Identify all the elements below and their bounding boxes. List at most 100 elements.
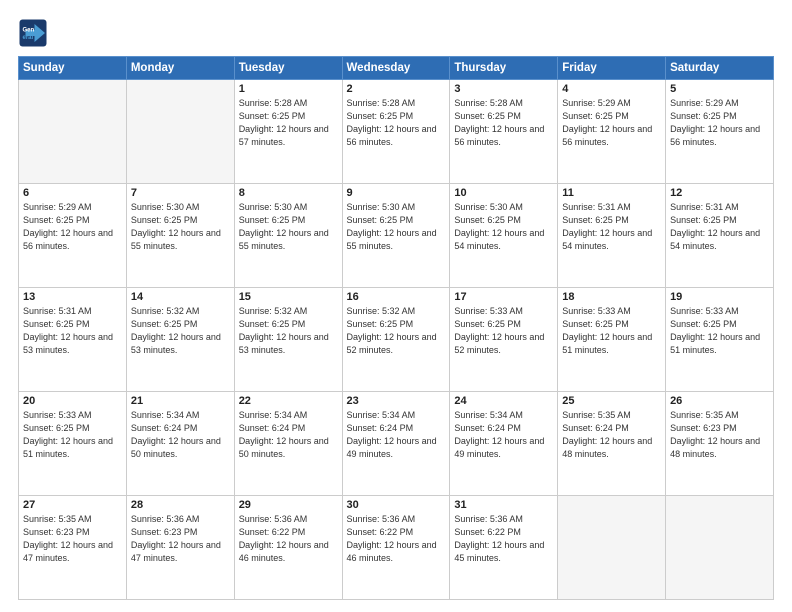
cell-info: Sunrise: 5:31 AMSunset: 6:25 PMDaylight:…	[562, 201, 661, 253]
cell-info: Sunrise: 5:36 AMSunset: 6:22 PMDaylight:…	[454, 513, 553, 565]
cell-info: Sunrise: 5:30 AMSunset: 6:25 PMDaylight:…	[454, 201, 553, 253]
week-row-2: 6 Sunrise: 5:29 AMSunset: 6:25 PMDaylight…	[19, 184, 774, 288]
cell-info: Sunrise: 5:35 AMSunset: 6:24 PMDaylight:…	[562, 409, 661, 461]
week-row-1: 1 Sunrise: 5:28 AMSunset: 6:25 PMDaylight…	[19, 80, 774, 184]
day-cell: 4 Sunrise: 5:29 AMSunset: 6:25 PMDaylight…	[558, 80, 666, 184]
day-cell: 25 Sunrise: 5:35 AMSunset: 6:24 PMDayligh…	[558, 392, 666, 496]
day-number: 21	[131, 395, 230, 407]
day-cell: 7 Sunrise: 5:30 AMSunset: 6:25 PMDaylight…	[126, 184, 234, 288]
day-cell: 22 Sunrise: 5:34 AMSunset: 6:24 PMDayligh…	[234, 392, 342, 496]
day-cell: 14Sunrise: 5:32 AMSunset: 6:25 PMDayligh…	[126, 288, 234, 392]
cell-info: Sunrise: 5:33 AMSunset: 6:25 PMDaylight:…	[23, 409, 122, 461]
day-cell: 30Sunrise: 5:36 AMSunset: 6:22 PMDayligh…	[342, 496, 450, 600]
cell-info: Sunrise: 5:34 AMSunset: 6:24 PMDaylight:…	[239, 409, 338, 461]
day-number: 15	[239, 291, 338, 303]
col-header-tuesday: Tuesday	[234, 57, 342, 80]
day-cell: 15Sunrise: 5:32 AMSunset: 6:25 PMDayligh…	[234, 288, 342, 392]
cell-info: Sunrise: 5:28 AMSunset: 6:25 PMDaylight:…	[347, 97, 446, 149]
day-number: 16	[347, 291, 446, 303]
day-number: 4	[562, 83, 661, 95]
logo-icon: Gen eral	[18, 18, 48, 48]
day-number: 7	[131, 187, 230, 199]
day-number: 22	[239, 395, 338, 407]
logo: Gen eral	[18, 18, 52, 48]
day-cell: 13 Sunrise: 5:31 AMSunset: 6:25 PMDayligh…	[19, 288, 127, 392]
day-cell: 21 Sunrise: 5:34 AMSunset: 6:24 PMDayligh…	[126, 392, 234, 496]
day-cell: 16Sunrise: 5:32 AMSunset: 6:25 PMDayligh…	[342, 288, 450, 392]
day-number: 8	[239, 187, 338, 199]
day-cell: 29 Sunrise: 5:36 AMSunset: 6:22 PMDayligh…	[234, 496, 342, 600]
cell-info: Sunrise: 5:28 AMSunset: 6:25 PMDaylight:…	[454, 97, 553, 149]
col-header-sunday: Sunday	[19, 57, 127, 80]
day-cell: 9 Sunrise: 5:30 AMSunset: 6:25 PMDaylight…	[342, 184, 450, 288]
header: Gen eral	[18, 18, 774, 48]
cell-info: Sunrise: 5:35 AMSunset: 6:23 PMDaylight:…	[23, 513, 122, 565]
day-cell: 24 Sunrise: 5:34 AMSunset: 6:24 PMDayligh…	[450, 392, 558, 496]
day-cell: 12Sunrise: 5:31 AMSunset: 6:25 PMDayligh…	[666, 184, 774, 288]
day-cell: 31 Sunrise: 5:36 AMSunset: 6:22 PMDayligh…	[450, 496, 558, 600]
page: Gen eral SundayMondayTuesdayWednesdayThu…	[0, 0, 792, 612]
cell-info: Sunrise: 5:34 AMSunset: 6:24 PMDaylight:…	[347, 409, 446, 461]
day-number: 11	[562, 187, 661, 199]
day-number: 23	[347, 395, 446, 407]
day-cell: 20 Sunrise: 5:33 AMSunset: 6:25 PMDayligh…	[19, 392, 127, 496]
day-cell	[666, 496, 774, 600]
col-header-saturday: Saturday	[666, 57, 774, 80]
day-cell: 23 Sunrise: 5:34 AMSunset: 6:24 PMDayligh…	[342, 392, 450, 496]
cell-info: Sunrise: 5:31 AMSunset: 6:25 PMDaylight:…	[670, 201, 769, 253]
day-cell: 17 Sunrise: 5:33 AMSunset: 6:25 PMDayligh…	[450, 288, 558, 392]
day-number: 28	[131, 499, 230, 511]
cell-info: Sunrise: 5:33 AMSunset: 6:25 PMDaylight:…	[562, 305, 661, 357]
cell-info: Sunrise: 5:35 AMSunset: 6:23 PMDaylight:…	[670, 409, 769, 461]
day-cell: 1 Sunrise: 5:28 AMSunset: 6:25 PMDaylight…	[234, 80, 342, 184]
day-cell: 8 Sunrise: 5:30 AMSunset: 6:25 PMDaylight…	[234, 184, 342, 288]
day-number: 29	[239, 499, 338, 511]
cell-info: Sunrise: 5:30 AMSunset: 6:25 PMDaylight:…	[347, 201, 446, 253]
day-number: 24	[454, 395, 553, 407]
day-number: 19	[670, 291, 769, 303]
cell-info: Sunrise: 5:34 AMSunset: 6:24 PMDaylight:…	[454, 409, 553, 461]
day-cell: 10Sunrise: 5:30 AMSunset: 6:25 PMDayligh…	[450, 184, 558, 288]
col-header-wednesday: Wednesday	[342, 57, 450, 80]
day-cell: 5Sunrise: 5:29 AMSunset: 6:25 PMDaylight…	[666, 80, 774, 184]
cell-info: Sunrise: 5:33 AMSunset: 6:25 PMDaylight:…	[454, 305, 553, 357]
cell-info: Sunrise: 5:36 AMSunset: 6:22 PMDaylight:…	[239, 513, 338, 565]
day-cell	[126, 80, 234, 184]
day-number: 27	[23, 499, 122, 511]
cell-info: Sunrise: 5:31 AMSunset: 6:25 PMDaylight:…	[23, 305, 122, 357]
day-number: 9	[347, 187, 446, 199]
day-number: 3	[454, 83, 553, 95]
day-number: 1	[239, 83, 338, 95]
calendar-table: SundayMondayTuesdayWednesdayThursdayFrid…	[18, 56, 774, 600]
cell-info: Sunrise: 5:28 AMSunset: 6:25 PMDaylight:…	[239, 97, 338, 149]
cell-info: Sunrise: 5:32 AMSunset: 6:25 PMDaylight:…	[131, 305, 230, 357]
day-number: 17	[454, 291, 553, 303]
day-cell: 28 Sunrise: 5:36 AMSunset: 6:23 PMDayligh…	[126, 496, 234, 600]
col-header-thursday: Thursday	[450, 57, 558, 80]
day-number: 20	[23, 395, 122, 407]
cell-info: Sunrise: 5:29 AMSunset: 6:25 PMDaylight:…	[23, 201, 122, 253]
cell-info: Sunrise: 5:30 AMSunset: 6:25 PMDaylight:…	[131, 201, 230, 253]
cell-info: Sunrise: 5:34 AMSunset: 6:24 PMDaylight:…	[131, 409, 230, 461]
week-row-3: 13 Sunrise: 5:31 AMSunset: 6:25 PMDayligh…	[19, 288, 774, 392]
day-cell: 19Sunrise: 5:33 AMSunset: 6:25 PMDayligh…	[666, 288, 774, 392]
cell-info: Sunrise: 5:36 AMSunset: 6:23 PMDaylight:…	[131, 513, 230, 565]
day-number: 2	[347, 83, 446, 95]
svg-text:Gen: Gen	[23, 28, 35, 34]
day-number: 26	[670, 395, 769, 407]
week-row-4: 20 Sunrise: 5:33 AMSunset: 6:25 PMDayligh…	[19, 392, 774, 496]
day-cell: 27 Sunrise: 5:35 AMSunset: 6:23 PMDayligh…	[19, 496, 127, 600]
day-number: 6	[23, 187, 122, 199]
day-number: 18	[562, 291, 661, 303]
day-number: 13	[23, 291, 122, 303]
day-number: 31	[454, 499, 553, 511]
day-cell: 2 Sunrise: 5:28 AMSunset: 6:25 PMDaylight…	[342, 80, 450, 184]
week-row-5: 27 Sunrise: 5:35 AMSunset: 6:23 PMDayligh…	[19, 496, 774, 600]
svg-text:eral: eral	[23, 35, 34, 41]
cell-info: Sunrise: 5:36 AMSunset: 6:22 PMDaylight:…	[347, 513, 446, 565]
col-header-monday: Monday	[126, 57, 234, 80]
cell-info: Sunrise: 5:30 AMSunset: 6:25 PMDaylight:…	[239, 201, 338, 253]
day-number: 25	[562, 395, 661, 407]
cell-info: Sunrise: 5:29 AMSunset: 6:25 PMDaylight:…	[562, 97, 661, 149]
day-cell: 3 Sunrise: 5:28 AMSunset: 6:25 PMDaylight…	[450, 80, 558, 184]
